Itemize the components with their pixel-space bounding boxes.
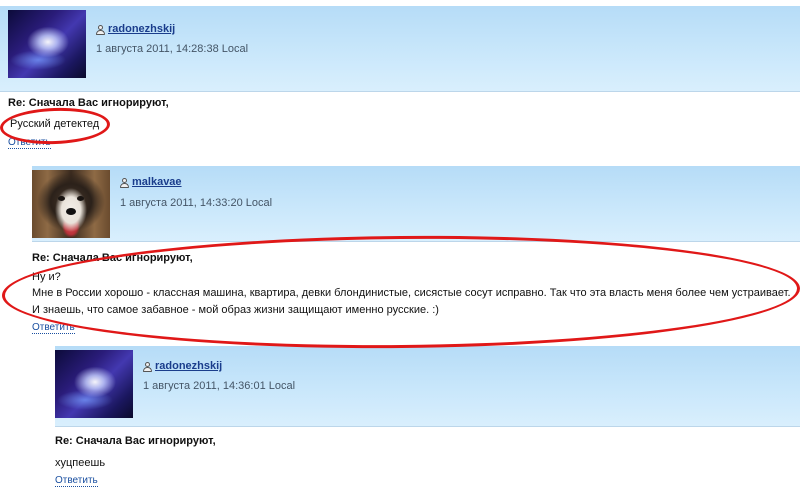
comment-3: radonezhskij 1 августа 2011, 14:36:01 Lo… [0,0,800,498]
timestamp: 1 августа 2011, 14:36:01 Local [143,380,296,392]
avatar[interactable] [55,350,133,418]
reply-link[interactable]: Ответить [55,475,98,487]
user-icon [143,362,152,372]
comment-title: Re: Сначала Вас игнорируют, [55,435,216,447]
username-link[interactable]: radonezhskij [155,360,222,372]
comment-body-line: хуцпеешь [55,457,106,469]
